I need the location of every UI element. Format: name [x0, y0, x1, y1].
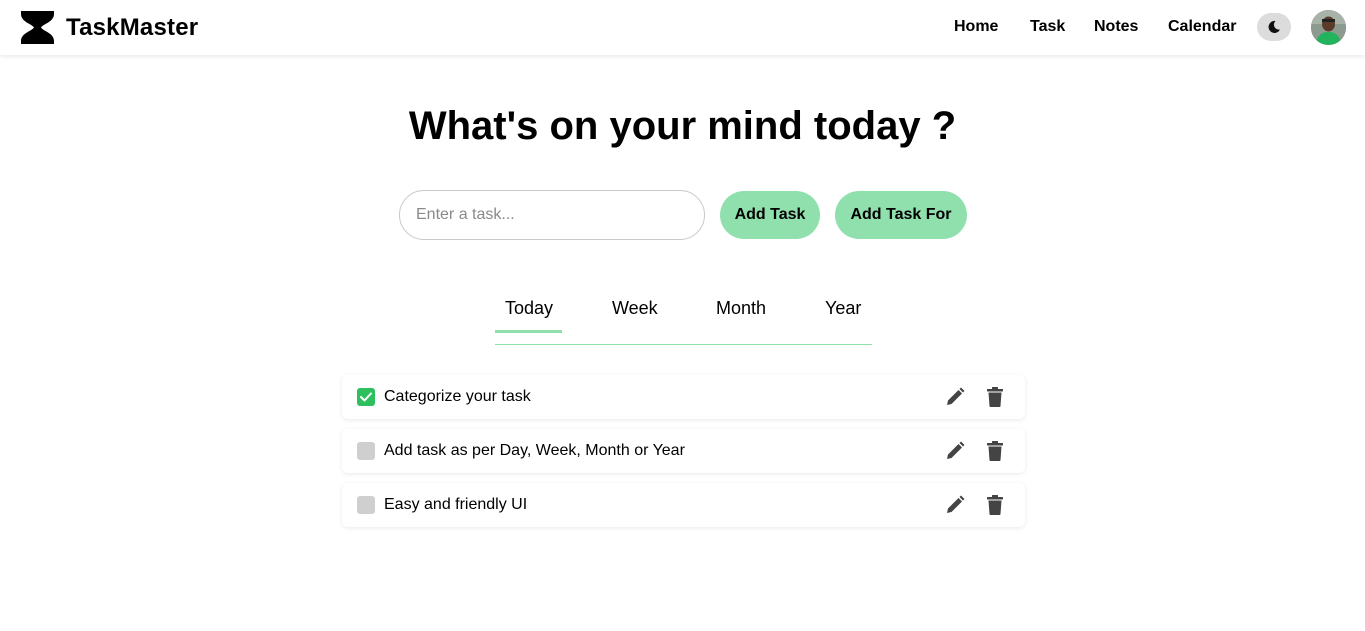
delete-button[interactable] — [984, 494, 1006, 516]
task-item: Add task as per Day, Week, Month or Year — [342, 429, 1025, 473]
top-navbar: TaskMaster Home Task Notes Calendar — [0, 0, 1365, 55]
theme-toggle[interactable] — [1257, 13, 1291, 41]
edit-button[interactable] — [944, 440, 966, 462]
tab-year[interactable]: Year — [825, 298, 861, 319]
task-item: Easy and friendly UI — [342, 483, 1025, 527]
add-task-for-button[interactable]: Add Task For — [835, 191, 967, 239]
tab-week[interactable]: Week — [612, 298, 658, 319]
delete-button[interactable] — [984, 440, 1006, 462]
pencil-icon — [947, 495, 965, 513]
pencil-icon — [947, 441, 965, 459]
trash-icon — [987, 495, 1003, 515]
nav-calendar[interactable]: Calendar — [1168, 18, 1236, 36]
add-task-button[interactable]: Add Task — [720, 191, 820, 239]
task-text: Categorize your task — [384, 388, 531, 405]
brand[interactable]: TaskMaster — [19, 10, 198, 45]
app-name: TaskMaster — [66, 13, 199, 41]
pencil-icon — [947, 387, 965, 405]
trash-icon — [987, 387, 1003, 407]
nav-task[interactable]: Task — [1030, 18, 1065, 36]
moon-icon — [1268, 20, 1280, 33]
edit-button[interactable] — [944, 386, 966, 408]
task-input[interactable] — [399, 190, 705, 240]
hourglass-icon — [21, 11, 54, 44]
checkmark-icon — [360, 392, 372, 402]
tab-month[interactable]: Month — [716, 298, 766, 319]
task-text: Easy and friendly UI — [384, 496, 528, 513]
edit-button[interactable] — [944, 494, 966, 516]
task-checkbox[interactable] — [357, 442, 375, 460]
active-tab-indicator — [495, 330, 562, 333]
avatar-image — [1311, 10, 1346, 45]
task-text: Add task as per Day, Week, Month or Year — [384, 442, 685, 459]
tab-today[interactable]: Today — [505, 298, 553, 319]
delete-button[interactable] — [984, 386, 1006, 408]
nav-notes[interactable]: Notes — [1094, 18, 1138, 36]
user-avatar[interactable] — [1311, 10, 1346, 45]
trash-icon — [987, 441, 1003, 461]
nav-home[interactable]: Home — [954, 18, 998, 36]
page-headline: What's on your mind today ? — [408, 104, 957, 148]
task-checkbox[interactable] — [357, 496, 375, 514]
task-item: Categorize your task — [342, 375, 1025, 419]
period-tabs: Today Week Month Year — [495, 298, 872, 345]
task-checkbox[interactable] — [357, 388, 375, 406]
